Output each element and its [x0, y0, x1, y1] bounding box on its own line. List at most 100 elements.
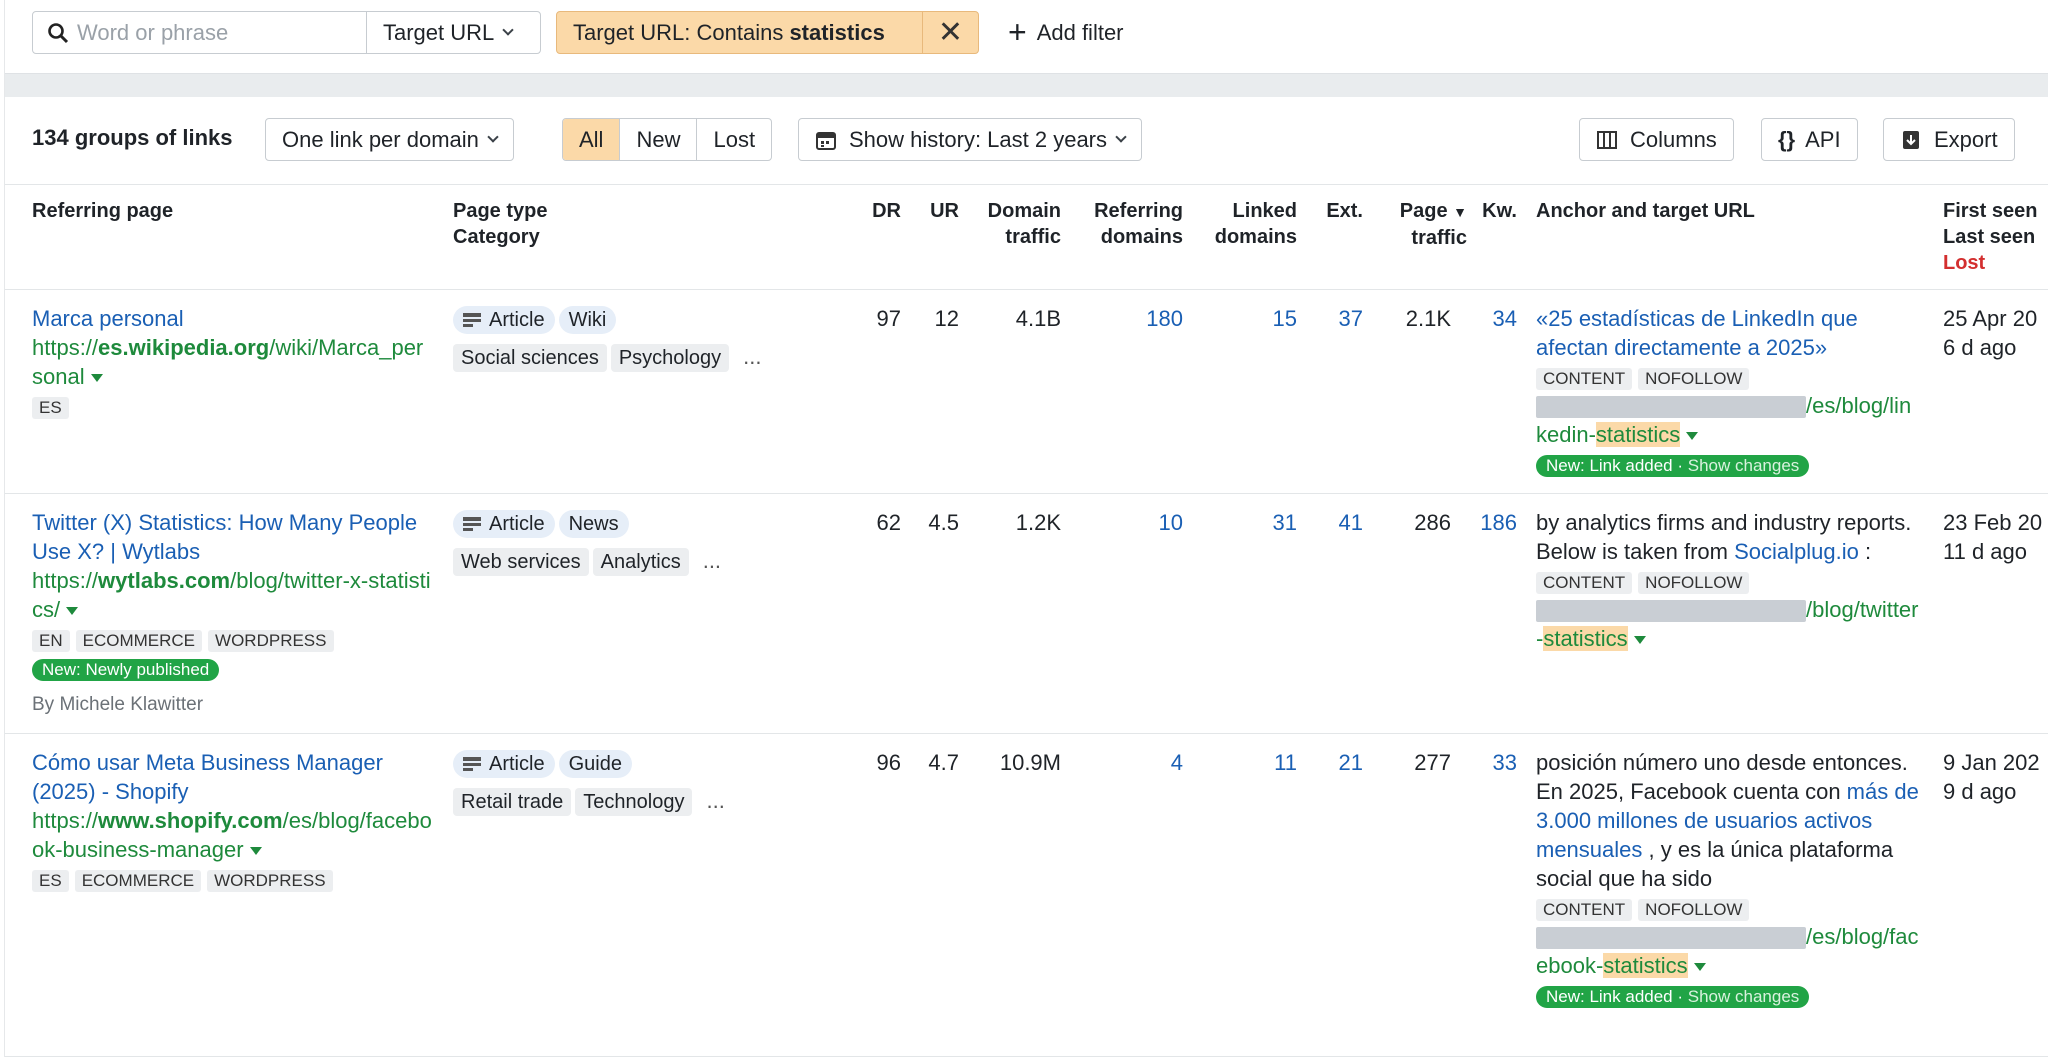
- referring-page-url[interactable]: https://www.shopify.com/es/blog/facebook…: [32, 806, 432, 864]
- show-changes-link[interactable]: Show changes: [1688, 456, 1800, 475]
- col-ur[interactable]: UR: [915, 198, 959, 224]
- status-badge: New: Link added · Show changes: [1536, 986, 1810, 1008]
- referring-domains-value[interactable]: 4: [1075, 748, 1183, 777]
- referring-page-title[interactable]: Twitter (X) Statistics: How Many People …: [32, 510, 417, 564]
- target-url-dropdown[interactable]: Target URL: [366, 11, 541, 54]
- target-url-label: Target URL: [383, 19, 495, 45]
- linked-domains-value[interactable]: 15: [1195, 304, 1297, 333]
- more-categories[interactable]: ...: [703, 546, 721, 575]
- backlinks-report: Word or phrase Target URL Target URL: Co…: [4, 0, 2048, 1057]
- category-tag: Web services: [453, 548, 589, 576]
- referring-domains-value[interactable]: 10: [1075, 508, 1183, 537]
- link-type-tag: CONTENT: [1536, 368, 1633, 390]
- ext-value[interactable]: 37: [1305, 304, 1363, 333]
- history-dropdown[interactable]: Show history: Last 2 years: [798, 118, 1143, 161]
- segment-new[interactable]: New: [620, 119, 698, 160]
- add-filter-button[interactable]: + Add filter: [1008, 11, 1124, 54]
- referring-page-cell: Cómo usar Meta Business Manager (2025) -…: [32, 748, 432, 893]
- col-first-last-seen[interactable]: First seen Last seen Lost: [1943, 198, 2037, 276]
- article-icon: [463, 757, 481, 771]
- dr-value: 62: [876, 510, 901, 535]
- keywords-value[interactable]: 34: [1473, 304, 1517, 333]
- grouping-dropdown[interactable]: One link per domain: [265, 118, 514, 161]
- col-first-seen: First seen: [1943, 200, 2038, 222]
- page-type-secondary: News: [558, 510, 629, 538]
- page-type-article: Article: [453, 750, 555, 778]
- col-page-traffic[interactable]: Page ▼ traffic: [1375, 198, 1467, 251]
- caret-down-icon[interactable]: [249, 847, 262, 856]
- ext-value[interactable]: 41: [1305, 508, 1363, 537]
- col-linked-l1: Linked: [1232, 200, 1297, 222]
- groups-count: 134 groups of links: [32, 125, 233, 150]
- export-button[interactable]: Export: [1883, 118, 2015, 161]
- referring-page-url[interactable]: https://wytlabs.com/blog/twitter-x-stati…: [32, 566, 432, 624]
- col-linked-domains[interactable]: Linked domains: [1195, 198, 1297, 250]
- col-ext[interactable]: Ext.: [1305, 198, 1363, 224]
- seen-cell: 23 Feb 20 11 d ago: [1943, 508, 2042, 566]
- platform-tag: ECOMMERCE: [74, 870, 202, 892]
- api-button[interactable]: {} API: [1761, 118, 1858, 161]
- status-segmented-control: All New Lost: [562, 118, 773, 161]
- show-changes-link[interactable]: Show changes: [1688, 987, 1800, 1006]
- referring-domains-value[interactable]: 180: [1075, 304, 1183, 333]
- target-url[interactable]: /es/blog/facebook-statistics: [1536, 922, 1921, 980]
- section-divider: [5, 73, 2048, 97]
- columns-button[interactable]: Columns: [1579, 118, 1734, 161]
- referring-page-title[interactable]: Marca personal: [32, 306, 184, 331]
- category-tag: Psychology: [610, 344, 730, 372]
- caret-down-icon[interactable]: [90, 374, 103, 383]
- more-categories[interactable]: ...: [743, 342, 761, 371]
- url-domain: es.wikipedia.org: [98, 335, 270, 360]
- col-referring-page[interactable]: Referring page: [32, 198, 173, 224]
- redacted-domain: [1536, 396, 1806, 419]
- linked-domains-value[interactable]: 31: [1195, 508, 1297, 537]
- target-url[interactable]: /blog/twitter-statistics: [1536, 595, 1921, 653]
- last-seen-value: 6 d ago: [1943, 335, 2017, 360]
- col-page-type[interactable]: Page type Category: [453, 198, 547, 250]
- caret-down-icon[interactable]: [1686, 432, 1699, 441]
- referring-page-cell: Twitter (X) Statistics: How Many People …: [32, 508, 432, 719]
- active-filter-chip[interactable]: Target URL: Contains statistics ✕: [556, 11, 979, 54]
- url-scheme: https://: [32, 808, 99, 833]
- keywords-value[interactable]: 186: [1473, 508, 1517, 537]
- col-anchor[interactable]: Anchor and target URL: [1536, 198, 1755, 224]
- col-dr[interactable]: DR: [855, 198, 901, 224]
- caret-down-icon[interactable]: [66, 607, 79, 616]
- referring-page-url[interactable]: https://es.wikipedia.org/wiki/Marca_pers…: [32, 333, 432, 391]
- caret-down-icon[interactable]: [1633, 636, 1646, 645]
- target-highlight: statistics: [1543, 626, 1628, 651]
- target-url[interactable]: /es/blog/linkedin-statistics: [1536, 391, 1921, 449]
- page-type-cell: Article Guide Retail trade Technology...: [453, 748, 853, 816]
- segment-all[interactable]: All: [563, 119, 621, 160]
- linked-domains-value[interactable]: 11: [1195, 748, 1297, 777]
- target-highlight: statistics: [1595, 422, 1681, 447]
- ext-value[interactable]: 21: [1305, 748, 1363, 777]
- col-domain-traffic[interactable]: Domain traffic: [965, 198, 1061, 250]
- col-kw[interactable]: Kw.: [1473, 198, 1517, 224]
- braces-icon: {}: [1778, 126, 1796, 152]
- col-last-seen: Last seen: [1943, 226, 2036, 248]
- anchor-link[interactable]: «25 estadísticas de LinkedIn que afectan…: [1536, 306, 1858, 360]
- keywords-value[interactable]: 33: [1473, 748, 1517, 777]
- domain-traffic-value: 1.2K: [1015, 510, 1061, 535]
- seen-cell: 9 Jan 202 9 d ago: [1943, 748, 2040, 806]
- caret-down-icon[interactable]: [1693, 963, 1706, 972]
- plus-icon: +: [1008, 14, 1027, 50]
- article-icon: [463, 517, 481, 531]
- referring-page-title[interactable]: Cómo usar Meta Business Manager (2025) -…: [32, 750, 383, 804]
- more-categories[interactable]: ...: [706, 786, 724, 815]
- link-type-tag: NOFOLLOW: [1638, 899, 1750, 921]
- col-page-type-label: Page type: [453, 200, 548, 222]
- redacted-domain: [1536, 600, 1806, 623]
- search-input[interactable]: Word or phrase: [32, 11, 367, 54]
- col-referring-domains[interactable]: Referring domains: [1075, 198, 1183, 250]
- anchor-context: by analytics firms and industry reports.…: [1536, 508, 1921, 566]
- ur-value: 4.5: [928, 510, 959, 535]
- article-icon: [463, 313, 481, 327]
- segment-lost[interactable]: Lost: [697, 119, 771, 160]
- close-icon[interactable]: ✕: [922, 12, 978, 53]
- page-type-secondary: Wiki: [558, 306, 617, 334]
- anchor-link[interactable]: Socialplug.io: [1734, 539, 1859, 564]
- add-filter-label: Add filter: [1036, 19, 1124, 45]
- platform-tag: ECOMMERCE: [75, 630, 203, 652]
